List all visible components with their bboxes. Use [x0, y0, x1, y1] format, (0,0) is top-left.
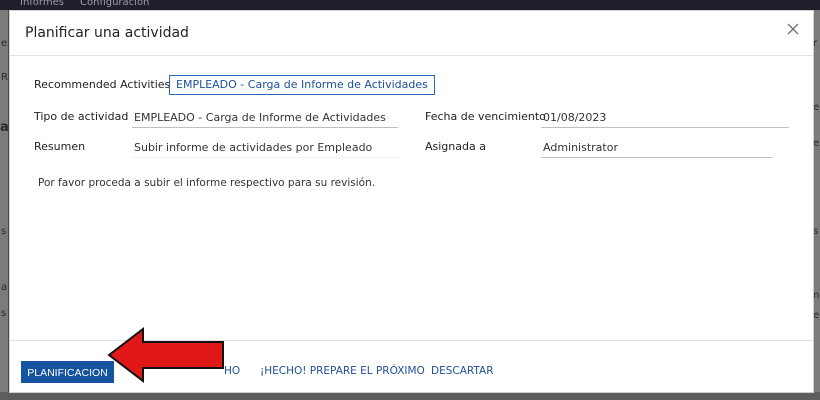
background-fragment: a	[0, 120, 9, 135]
assigned-to-field[interactable]: Administrator	[541, 141, 772, 158]
red-arrow-annotation	[107, 326, 224, 384]
background-fragment: R	[1, 72, 8, 83]
close-icon[interactable]	[783, 21, 803, 41]
dialog-title: Planificar una actividad	[25, 25, 189, 41]
due-date-field[interactable]: 01/08/2023	[541, 111, 789, 128]
close-icon-glyph	[787, 23, 799, 35]
done-schedule-next-button[interactable]: ¡HECHO! PREPARE EL PRÓXIMO	[260, 365, 425, 377]
background-topbar: Informes Configuración	[0, 0, 820, 10]
dialog-header: Planificar una actividad	[10, 11, 813, 56]
background-fragment: s	[1, 226, 7, 237]
background-fragment: s	[1, 308, 7, 319]
background-fragment: a	[1, 282, 8, 293]
summary-label: Resumen	[34, 140, 86, 153]
discard-button[interactable]: DESCARTAR	[431, 365, 494, 377]
background-fragment: e	[1, 38, 8, 49]
schedule-button[interactable]: PLANIFICACION	[21, 361, 114, 383]
background-left-panel	[0, 10, 8, 400]
activity-type-field[interactable]: EMPLEADO - Carga de Informe de Actividad…	[132, 111, 398, 128]
recommended-activity-button[interactable]: EMPLEADO - Carga de Informe de Actividad…	[169, 75, 435, 95]
background-menu-configuracion: Configuración	[80, 0, 150, 8]
due-date-label: Fecha de vencimiento	[425, 110, 546, 123]
background-menu-informes: Informes	[20, 0, 64, 8]
arrow-shape	[107, 326, 224, 384]
assigned-to-label: Asignada a	[425, 140, 486, 153]
summary-field[interactable]: Subir informe de actividades por Emplead…	[132, 141, 398, 158]
activity-note[interactable]: Por favor proceda a subir el informe res…	[38, 177, 375, 189]
recommended-activities-label: Recommended Activities	[34, 78, 171, 91]
background-bottom-strip	[0, 392, 820, 400]
activity-type-label: Tipo de actividad	[34, 110, 129, 123]
